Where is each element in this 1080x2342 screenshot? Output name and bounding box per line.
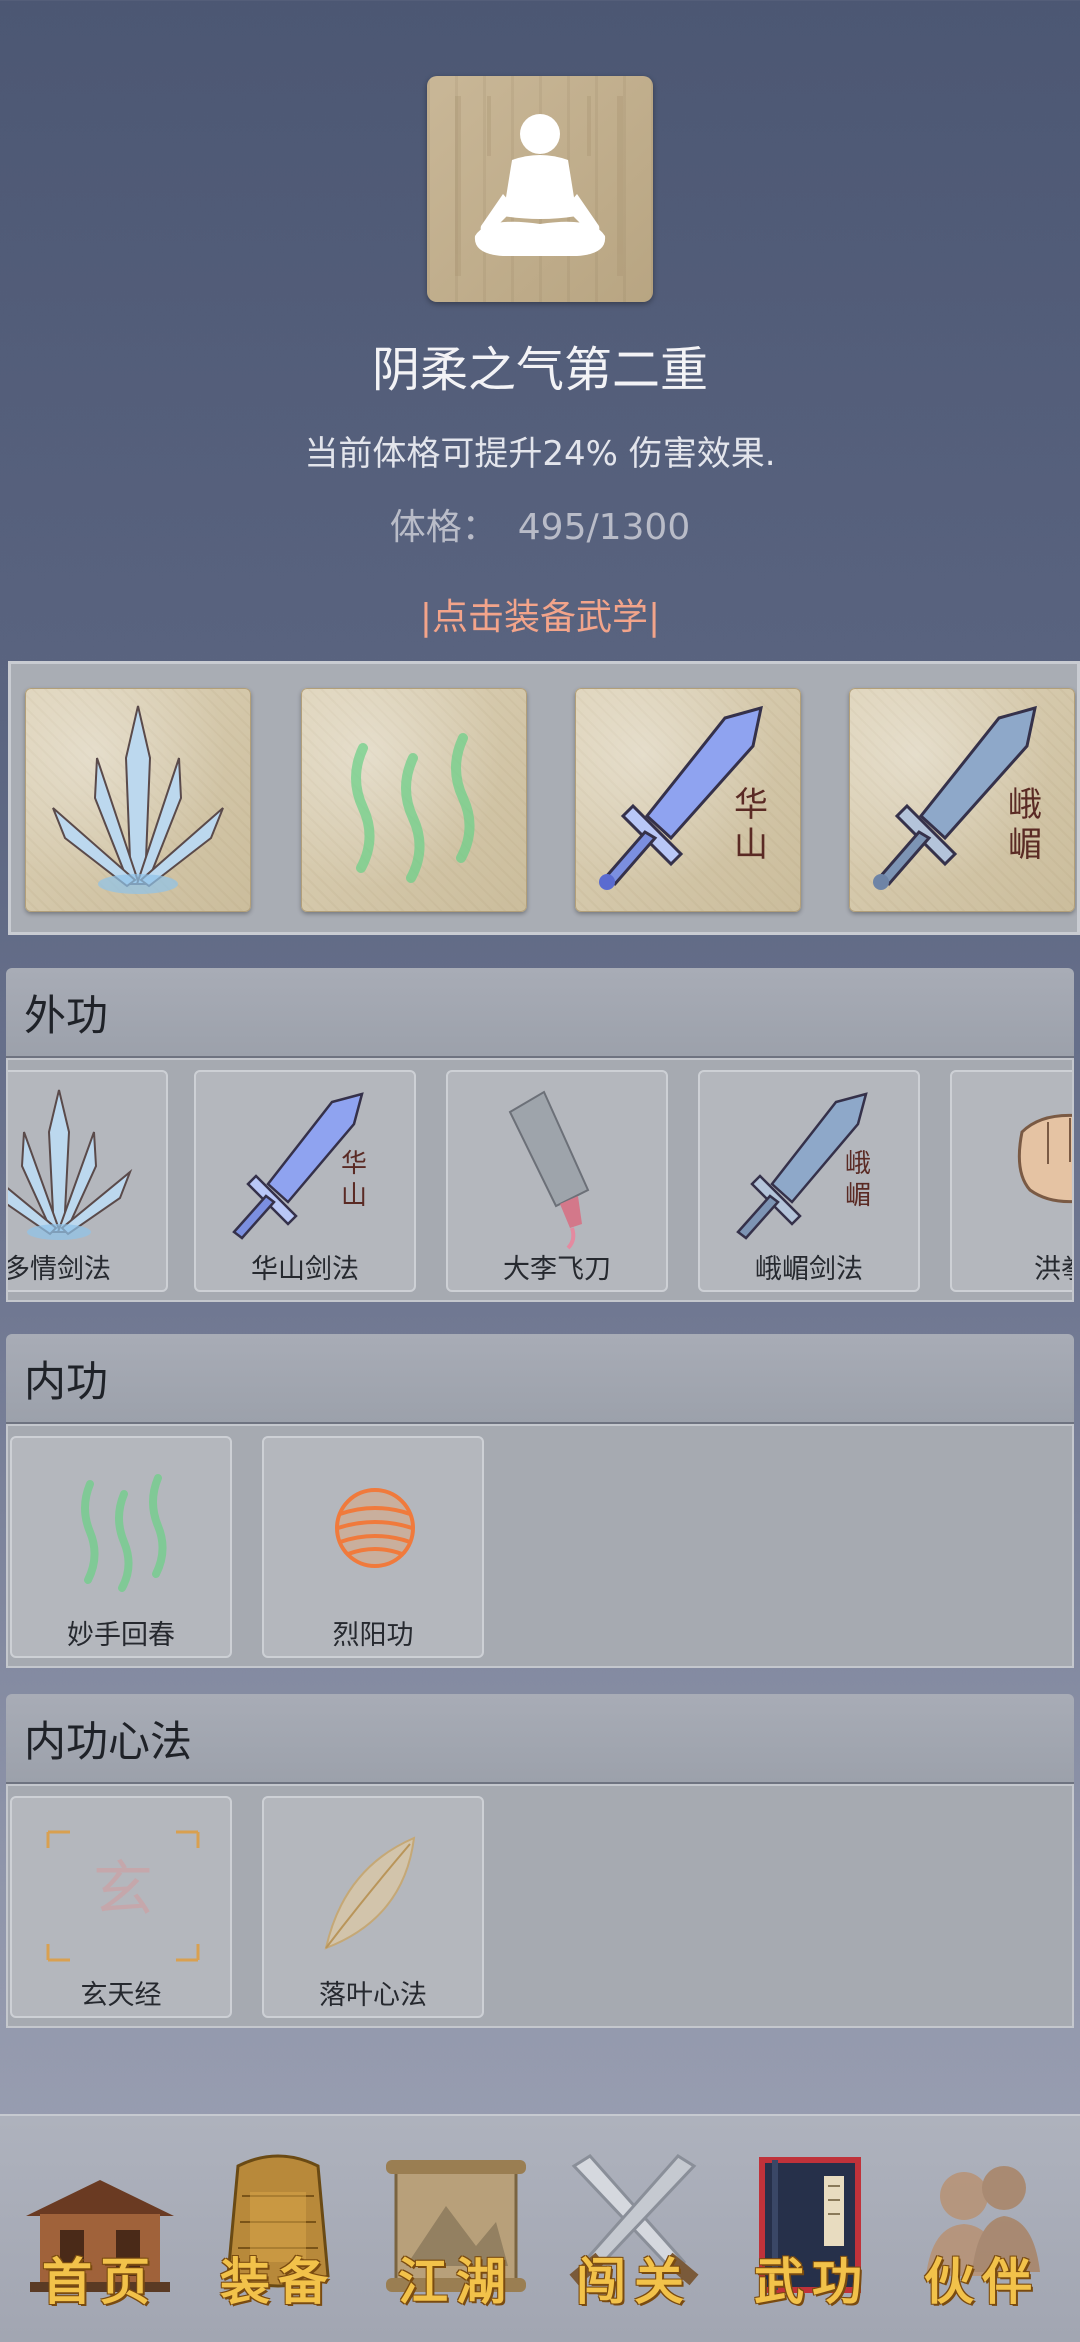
- skill-label: 多情剑法: [6, 1254, 111, 1285]
- skill-label: 妙手回春: [67, 1620, 175, 1651]
- equipped-slot-3[interactable]: 华 山: [575, 688, 801, 912]
- skill-label: 华山剑法: [251, 1254, 359, 1285]
- nav-label: 武功: [754, 2252, 870, 2311]
- skill-card[interactable]: 华 山 华山剑法: [194, 1070, 416, 1292]
- skill-description: 当前体格可提升24% 伤害效果.: [304, 434, 776, 474]
- section-title: 内功: [24, 1357, 109, 1406]
- equip-martial-arts-link[interactable]: |点击装备武学|: [0, 588, 1080, 640]
- skill-card[interactable]: 多情剑法: [6, 1070, 168, 1292]
- stat-row: 体格： 495/1300: [0, 498, 1080, 550]
- skill-label: 烈阳功: [332, 1620, 414, 1651]
- nav-label: 伙伴: [924, 2252, 1040, 2311]
- svg-text:峨: 峨: [845, 1149, 871, 1179]
- svg-text:山: 山: [734, 825, 768, 865]
- nav-label: 首页: [42, 2252, 158, 2311]
- skill-label: 峨嵋剑法: [755, 1254, 863, 1285]
- svg-text:华: 华: [734, 785, 768, 825]
- green-wisps-icon: [81, 1474, 167, 1592]
- equipped-slot-4[interactable]: 峨 嵋: [849, 688, 1075, 912]
- svg-text:华: 华: [341, 1149, 367, 1179]
- nav-equipment[interactable]: 装备: [198, 2126, 358, 2336]
- svg-text:山: 山: [341, 1181, 367, 1211]
- nav-companions[interactable]: 伙伴: [902, 2126, 1062, 2336]
- stat-value: 495/1300: [517, 507, 691, 548]
- nav-label: 江湖: [398, 2252, 514, 2311]
- equipped-slot-2[interactable]: [301, 688, 527, 912]
- skill-label: 大李飞刀: [503, 1254, 611, 1285]
- equipped-skills-strip[interactable]: 华 山 峨 嵋: [8, 661, 1080, 935]
- skill-card[interactable]: 峨 嵋 峨嵋剑法: [698, 1070, 920, 1292]
- external-skills-row[interactable]: 多情剑法 华 山 华山剑法 大李飞刀 峨 嵋 峨嵋剑法 洪: [6, 1058, 1074, 1302]
- section-header-internal: 内功: [6, 1334, 1074, 1424]
- section-title: 内功心法: [24, 1717, 193, 1766]
- fist-icon: [1017, 1113, 1072, 1204]
- huashan-sword-icon: 华 山: [599, 705, 768, 890]
- fire-orb-icon: [335, 1488, 415, 1568]
- green-wisps-icon: [351, 733, 475, 883]
- emei-sword-icon: 峨 嵋: [873, 705, 1042, 890]
- nav-label: 闯关: [576, 2252, 692, 2311]
- nav-jianghu[interactable]: 江湖: [376, 2126, 536, 2336]
- skill-card[interactable]: 洪拳: [950, 1070, 1072, 1292]
- bottom-nav: 首页 装备 江湖 闯关 武功 伙伴: [0, 2114, 1080, 2342]
- mind-skills-row[interactable]: 玄 玄天经 落叶心法: [6, 1784, 1074, 2028]
- crystal-blades-icon: [52, 705, 224, 894]
- skill-label: 玄天经: [80, 1980, 162, 2011]
- nav-label: 装备: [220, 2252, 336, 2311]
- internal-skills-row[interactable]: 妙手回春 烈阳功: [6, 1424, 1074, 1668]
- svg-text:峨: 峨: [1008, 785, 1042, 825]
- xuan-rune-icon: 玄: [46, 1830, 200, 1962]
- equipped-slot-1[interactable]: [25, 688, 251, 912]
- svg-text:嵋: 嵋: [845, 1181, 871, 1211]
- skill-card[interactable]: 大李飞刀: [446, 1070, 668, 1292]
- emei-sword-icon: 峨 嵋: [736, 1092, 871, 1240]
- meditation-figure-icon: [455, 96, 623, 276]
- nav-home[interactable]: 首页: [20, 2126, 180, 2336]
- skill-card[interactable]: 妙手回春: [10, 1436, 232, 1658]
- section-title: 外功: [24, 991, 109, 1040]
- skill-label: 洪拳: [1034, 1254, 1072, 1285]
- skill-title: 阴柔之气第二重: [371, 342, 708, 398]
- skill-label: 落叶心法: [319, 1980, 427, 2011]
- skill-portrait: [427, 76, 653, 302]
- section-header-external: 外功: [6, 968, 1074, 1058]
- rune-glyph: 玄: [93, 1855, 153, 1925]
- nav-challenge[interactable]: 闯关: [554, 2126, 714, 2336]
- skill-card[interactable]: 玄 玄天经: [10, 1796, 232, 2018]
- huashan-sword-icon: 华 山: [232, 1092, 367, 1240]
- section-header-mind: 内功心法: [6, 1694, 1074, 1784]
- leaf-icon: [324, 1836, 416, 1950]
- stat-label: 体格：: [389, 507, 498, 548]
- crystal-blades-icon: [8, 1089, 133, 1240]
- skill-card[interactable]: 烈阳功: [262, 1436, 484, 1658]
- svg-text:嵋: 嵋: [1008, 825, 1042, 865]
- cleaver-icon: [508, 1090, 590, 1250]
- skill-card[interactable]: 落叶心法: [262, 1796, 484, 2018]
- nav-martial-arts[interactable]: 武功: [732, 2126, 892, 2336]
